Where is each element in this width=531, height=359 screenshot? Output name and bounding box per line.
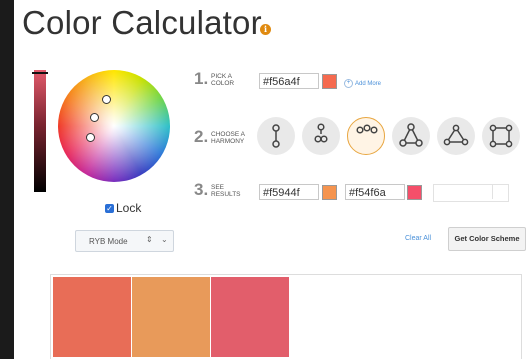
get-color-scheme-button[interactable]: Get Color Scheme [448, 227, 526, 251]
step-2-label-line2: HARMONY [211, 138, 245, 145]
info-icon[interactable]: i [260, 24, 271, 35]
mode-select[interactable]: RYB Mode ⇕ ⌄ [75, 230, 174, 252]
step-2-label-line1: CHOOSE A [211, 131, 245, 138]
step-1-label: PICK A COLOR [211, 73, 234, 87]
mode-select-value: RYB Mode [89, 237, 128, 246]
brightness-slider[interactable] [34, 70, 46, 192]
color-wheel[interactable] [58, 70, 170, 182]
step-3-label: SEE RESULTS [211, 184, 241, 198]
split-complementary-icon [314, 123, 328, 143]
page-title: Color Calculator [22, 4, 262, 41]
step-1-number: 1. [194, 69, 209, 88]
sort-arrows-icon: ⇕ [146, 235, 153, 244]
step-3-label-line1: SEE [211, 184, 225, 191]
harmony-complementary[interactable] [257, 117, 295, 155]
color-calculator-page: Color Calculator i ✓ Lock RYB Mode ⇕ ⌄ 1… [14, 0, 531, 359]
color-palette [50, 274, 522, 359]
pick-color-swatch[interactable] [322, 74, 337, 89]
harmony-square[interactable] [482, 117, 520, 155]
add-more-link[interactable]: + Add More [344, 79, 381, 88]
lock-label: Lock [116, 201, 142, 215]
step-3-number: 3. [194, 180, 209, 199]
add-more-label: Add More [355, 80, 382, 87]
triadic-icon [399, 123, 423, 147]
result-1-swatch [322, 185, 337, 200]
lock-checkbox[interactable]: ✓ [105, 203, 114, 213]
wheel-handle-2[interactable] [90, 113, 99, 122]
wheel-handle-3[interactable] [86, 133, 95, 142]
harmony-triangle[interactable] [437, 117, 475, 155]
clear-all-link[interactable]: Clear All [405, 235, 431, 242]
analogous-icon [356, 124, 378, 134]
complementary-icon [272, 124, 280, 148]
result-2-swatch [407, 185, 422, 200]
lock-control[interactable]: ✓ Lock [105, 201, 141, 215]
palette-swatch-1[interactable] [53, 277, 131, 357]
square-icon [489, 124, 513, 148]
wheel-handle-1[interactable] [102, 95, 111, 104]
harmony-triadic[interactable] [392, 117, 430, 155]
step-1-label-line2: COLOR [211, 80, 235, 87]
harmony-split-complementary[interactable] [302, 117, 340, 155]
chevron-down-icon: ⌄ [161, 235, 168, 244]
harmony-analogous[interactable] [347, 117, 385, 155]
palette-swatch-3[interactable] [211, 277, 289, 357]
result-2-hex[interactable]: #f54f6a [345, 184, 405, 200]
result-3-swatch-empty [492, 185, 507, 199]
plus-icon: + [344, 79, 353, 88]
brightness-slider-handle[interactable] [32, 72, 48, 74]
palette-swatch-2[interactable] [132, 277, 210, 357]
pick-color-hex-input[interactable]: #f56a4f [259, 73, 319, 89]
result-1-hex[interactable]: #f5944f [259, 184, 319, 200]
step-2-label: CHOOSE A HARMONY [211, 131, 245, 145]
triangle-icon [443, 124, 469, 146]
step-3-label-line2: RESULTS [211, 191, 241, 198]
step-2-number: 2. [194, 127, 209, 146]
step-1-label-line1: PICK A [211, 73, 232, 80]
